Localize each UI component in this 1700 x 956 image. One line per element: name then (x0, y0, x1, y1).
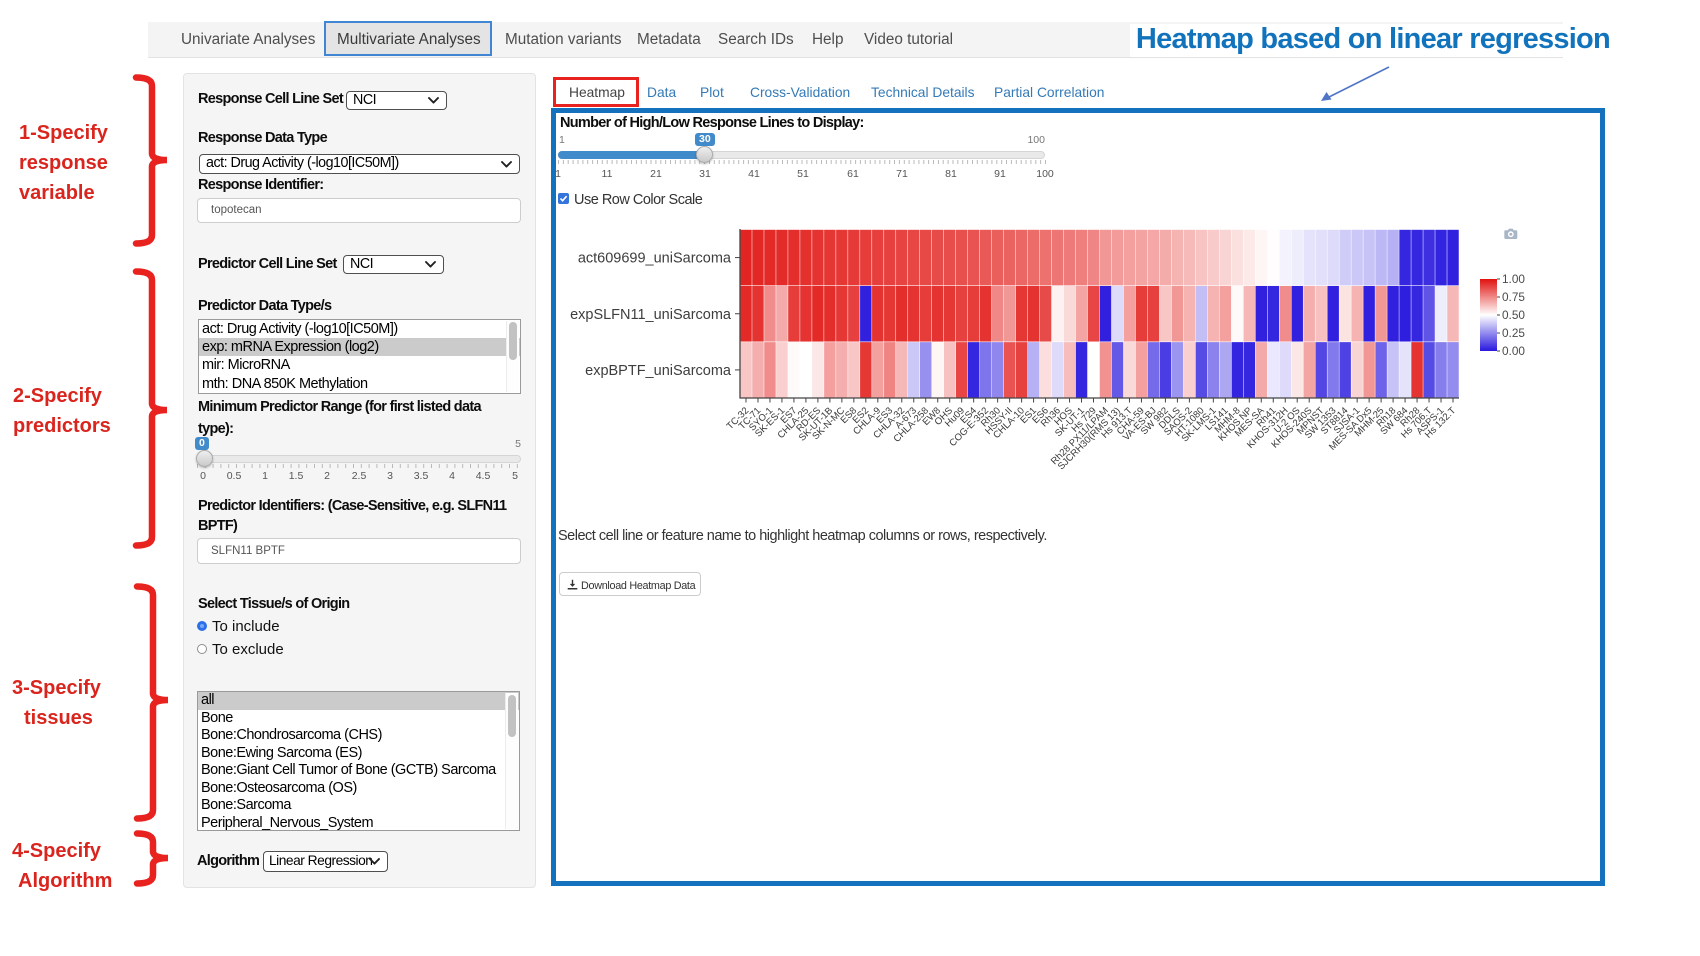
svg-text:0.00: 0.00 (1502, 344, 1525, 358)
svg-text:0.50: 0.50 (1502, 308, 1525, 322)
svg-text:expBPTF_uniSarcoma: expBPTF_uniSarcoma (585, 363, 732, 379)
svg-text:0.75: 0.75 (1502, 290, 1525, 304)
svg-text:expSLFN11_uniSarcoma: expSLFN11_uniSarcoma (570, 307, 732, 323)
svg-text:act609699_uniSarcoma: act609699_uniSarcoma (578, 251, 732, 267)
svg-text:0.25: 0.25 (1502, 326, 1525, 340)
svg-text:1.00: 1.00 (1502, 272, 1525, 286)
